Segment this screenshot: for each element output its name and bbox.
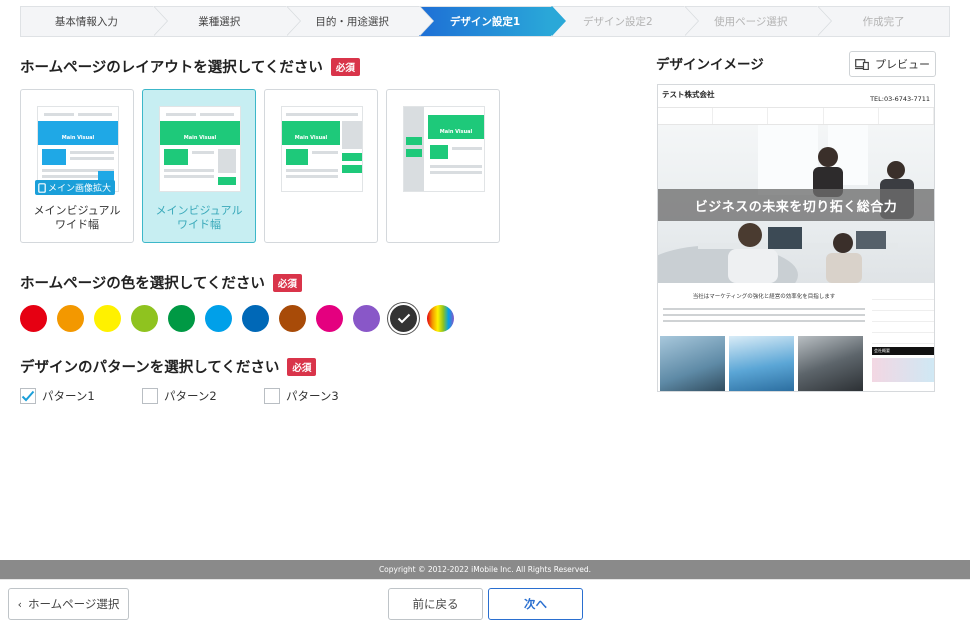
- pattern-checkbox[interactable]: [142, 388, 158, 404]
- preview-nav: [658, 107, 934, 125]
- design-preview-image: テスト株式会社 TEL:03-6743-7711 ビジネスの未来を切り拓く総合力…: [657, 84, 935, 392]
- chevron-left-icon: ‹: [17, 597, 22, 611]
- color-swatch[interactable]: [20, 305, 47, 332]
- devices-icon: [855, 58, 869, 70]
- pattern-label: パターン1: [42, 389, 95, 403]
- zoom-badge-label: メイン画像拡大: [48, 184, 112, 194]
- preview-main: 当社はマーケティングの強化と経営の効率化を目指します: [660, 285, 868, 326]
- step-purpose: 目的・用途選択: [285, 6, 434, 37]
- required-badge: 必須: [330, 57, 360, 76]
- preview-hero: ビジネスの未来を切り拓く総合力: [658, 125, 934, 283]
- preview-photos: [660, 336, 863, 391]
- layout-option-3[interactable]: Main Visual: [264, 89, 378, 243]
- back-to-homepage-select-button[interactable]: ‹ ホームページ選択: [8, 588, 129, 620]
- pattern-option-3[interactable]: パターン3: [264, 388, 386, 404]
- color-swatch[interactable]: [205, 305, 232, 332]
- layout-options: Main Visual メイン画像拡大 メインビジュアル ワイド幅 Main V…: [20, 89, 500, 243]
- step-design-2: デザイン設定2: [551, 6, 700, 37]
- preview-lead: 当社はマーケティングの強化と経営の効率化を目指します: [692, 294, 836, 300]
- step-industry: 業種選択: [152, 6, 301, 37]
- pattern-title-text: デザインのパターンを選択してください: [20, 360, 280, 376]
- checkmark-icon: [397, 313, 410, 324]
- mobile-icon: [38, 182, 46, 193]
- preview-tel: TEL:03-6743-7711: [870, 95, 930, 103]
- checkmark-icon: [21, 390, 35, 402]
- color-title-text: ホームページの色を選択してください: [20, 276, 265, 292]
- pattern-option-1[interactable]: パターン1: [20, 388, 142, 404]
- required-badge: 必須: [272, 273, 302, 292]
- layout-option-4[interactable]: Main Visual: [386, 89, 500, 243]
- main-visual-label: Main Visual: [294, 135, 328, 141]
- layout-thumbnail: Main Visual: [159, 106, 241, 192]
- color-swatch[interactable]: [353, 305, 380, 332]
- copyright: Copyright © 2012-2022 iMobile Inc. All R…: [0, 560, 970, 579]
- preview-button[interactable]: プレビュー: [849, 51, 936, 77]
- main-visual-label: Main Visual: [61, 135, 95, 141]
- color-swatch[interactable]: [57, 305, 84, 332]
- main-visual-label: Main Visual: [439, 129, 473, 135]
- color-section-title: ホームページの色を選択してください 必須: [20, 272, 302, 293]
- preview-sidebar: 会社概要: [872, 289, 934, 382]
- color-swatch[interactable]: [390, 305, 417, 332]
- color-swatch[interactable]: [242, 305, 269, 332]
- step-basic-info: 基本情報入力: [20, 6, 168, 37]
- zoom-badge: メイン画像拡大: [35, 180, 116, 195]
- pattern-section-title: デザインのパターンを選択してください 必須: [20, 356, 317, 377]
- layout-caption: メインビジュアル ワイド幅: [33, 204, 121, 231]
- pattern-options: パターン1 パターン2 パターン3: [20, 388, 386, 404]
- color-swatch[interactable]: [316, 305, 343, 332]
- pattern-label: パターン2: [164, 389, 217, 403]
- pattern-checkbox[interactable]: [20, 388, 36, 404]
- prev-label: 前に戻る: [412, 597, 459, 611]
- next-label: 次へ: [524, 597, 547, 611]
- preview-company: テスト株式会社: [662, 90, 715, 99]
- layout-caption: メインビジュアル ワイド幅: [155, 204, 243, 231]
- color-swatch[interactable]: [168, 305, 195, 332]
- preview-hero-text: ビジネスの未来を切り拓く総合力: [658, 189, 934, 221]
- layout-option-1[interactable]: Main Visual メイン画像拡大 メインビジュアル ワイド幅: [20, 89, 134, 243]
- step-pages: 使用ページ選択: [684, 6, 833, 37]
- bottom-bar: [0, 579, 970, 625]
- pattern-option-2[interactable]: パターン2: [142, 388, 264, 404]
- design-image-title: デザインイメージ: [656, 57, 764, 73]
- progress-steps: 基本情報入力 業種選択 目的・用途選択 デザイン設定1 デザイン設定2 使用ペー…: [20, 6, 951, 37]
- pattern-checkbox[interactable]: [264, 388, 280, 404]
- color-swatches: [20, 305, 454, 332]
- preview-header: テスト株式会社 TEL:03-6743-7711: [658, 85, 934, 107]
- preview-side-box: 会社概要: [872, 347, 934, 355]
- back-home-label: ホームページ選択: [27, 597, 120, 611]
- pattern-label: パターン3: [286, 389, 339, 403]
- layout-thumbnail: Main Visual: [281, 106, 363, 192]
- next-button[interactable]: 次へ: [488, 588, 583, 620]
- main-visual-label: Main Visual: [183, 135, 217, 141]
- layout-section-title: ホームページのレイアウトを選択してください 必須: [20, 56, 360, 77]
- color-swatch[interactable]: [427, 305, 454, 332]
- step-design-1: デザイン設定1: [418, 6, 567, 37]
- step-complete: 作成完了: [817, 6, 951, 37]
- color-swatch[interactable]: [279, 305, 306, 332]
- prev-button[interactable]: 前に戻る: [388, 588, 483, 620]
- color-swatch[interactable]: [94, 305, 121, 332]
- preview-button-label: プレビュー: [875, 58, 930, 71]
- layout-title-text: ホームページのレイアウトを選択してください: [20, 60, 323, 76]
- layout-thumbnail: Main Visual: [403, 106, 485, 192]
- required-badge: 必須: [287, 357, 317, 376]
- color-swatch[interactable]: [131, 305, 158, 332]
- layout-option-2[interactable]: Main Visual メインビジュアル ワイド幅: [142, 89, 256, 243]
